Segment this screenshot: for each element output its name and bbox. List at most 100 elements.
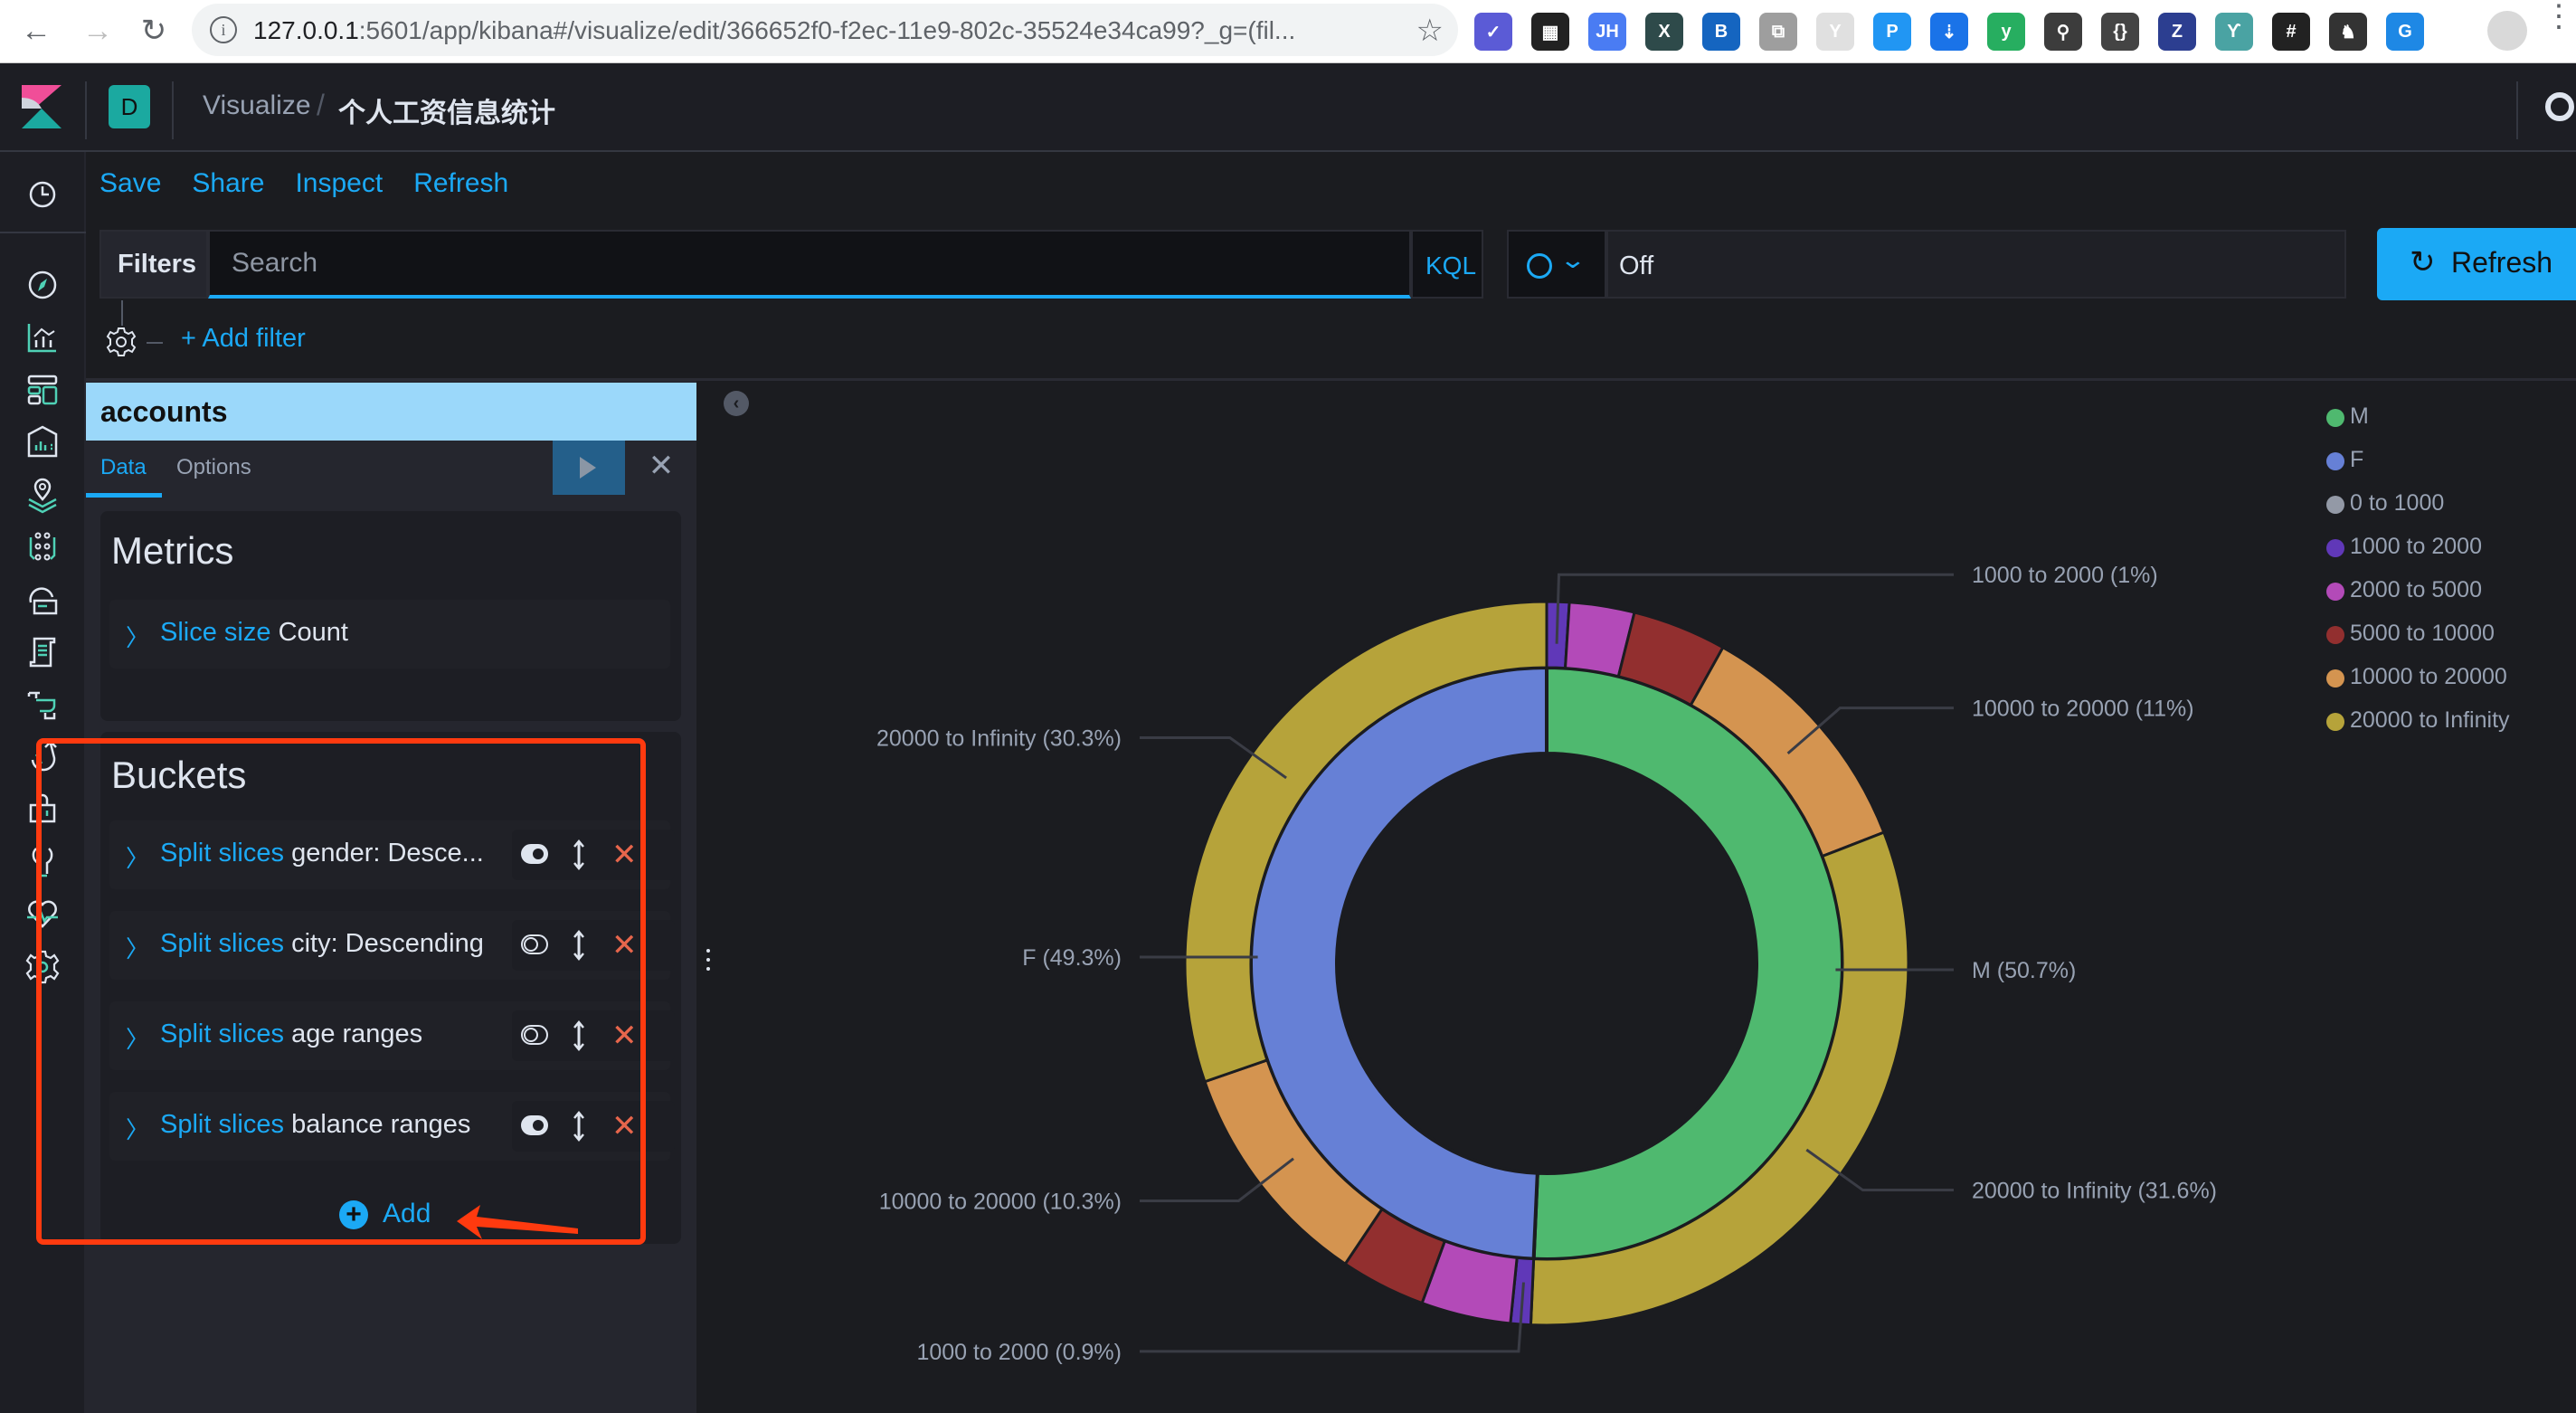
breadcrumb-separator: / <box>317 89 325 121</box>
chevron-down-icon: ⌄ <box>1558 246 1587 273</box>
nav-divider <box>0 232 86 233</box>
filter-connector <box>121 300 123 326</box>
legend-label: 2000 to 5000 <box>2350 577 2482 602</box>
search-input[interactable] <box>208 230 1411 299</box>
qr-extension-icon[interactable]: ▦ <box>1531 13 1569 51</box>
tab-data[interactable]: Data <box>100 455 147 491</box>
query-language-switcher[interactable]: KQL <box>1411 230 1483 299</box>
maps-icon[interactable] <box>24 476 62 514</box>
arrow-left-icon: ← <box>21 14 52 48</box>
g-extension-icon[interactable]: G <box>2386 13 2424 51</box>
annotation-highlight-box <box>36 738 646 1245</box>
header-divider <box>2516 81 2518 139</box>
data-label: F (49.3%) <box>1022 945 1122 971</box>
download-extension-icon[interactable]: ⇣ <box>1930 13 1968 51</box>
logs-icon[interactable] <box>24 633 62 671</box>
space-avatar[interactable]: D <box>109 85 150 128</box>
p-extension-icon[interactable]: P <box>1873 13 1911 51</box>
pie-chart: 1000 to 2000 (1%) 10000 to 20000 (11%) M (… <box>876 563 2217 1365</box>
legend-color-dot <box>2326 496 2344 514</box>
extensions-bar: ✓ ▦ JH X B ⧉ Y P ⇣ y ⚲ {} Z ϒ # ♞ G <box>1474 11 2424 52</box>
search-extension-icon[interactable]: ⚲ <box>2044 13 2082 51</box>
refresh-icon: ↻ <box>2410 245 2436 280</box>
forward-button[interactable]: → <box>78 11 118 51</box>
agg-label[interactable]: Slice size Count <box>160 618 348 648</box>
index-pattern-header: accounts <box>86 383 696 441</box>
annotation-arrow-icon <box>457 1205 578 1239</box>
legend-color-dot <box>2326 626 2344 644</box>
legend-label: 5000 to 10000 <box>2350 621 2495 646</box>
v-extension-icon[interactable]: y <box>1987 13 2025 51</box>
feather-extension-icon[interactable]: ϒ <box>2215 13 2253 51</box>
apply-changes-button[interactable] <box>553 441 625 495</box>
share-link[interactable]: Share <box>192 168 264 199</box>
kibana-header: D Visualize / 个人工资信息统计 <box>0 63 2576 152</box>
refresh-interval-display[interactable]: Off <box>1606 230 2346 299</box>
back-button[interactable]: ← <box>16 11 56 51</box>
data-label: 1000 to 2000 (0.9%) <box>916 1340 1122 1365</box>
filter-options-gear-icon[interactable] <box>105 326 137 358</box>
y-extension-icon[interactable]: Y <box>1816 13 1854 51</box>
canvas-icon[interactable] <box>24 423 62 461</box>
legend-label: 0 to 1000 <box>2350 490 2445 516</box>
x-extension-icon[interactable]: X <box>1645 13 1683 51</box>
agg-type: Slice size <box>160 618 271 647</box>
legend-color-dot <box>2326 409 2344 427</box>
legend-label: M <box>2350 403 2369 429</box>
kql-label: KQL <box>1425 251 1477 280</box>
machine-learning-icon[interactable] <box>24 528 62 566</box>
discard-changes-button[interactable]: ✕ <box>643 448 679 484</box>
legend-label: 20000 to Infinity <box>2350 707 2510 733</box>
tab-options[interactable]: Options <box>176 455 251 491</box>
refresh-link[interactable]: Refresh <box>413 168 508 199</box>
browser-menu-icon[interactable]: ⋮ <box>2543 1 2574 32</box>
breadcrumb-visualize[interactable]: Visualize <box>203 90 311 121</box>
infrastructure-icon[interactable] <box>24 581 62 619</box>
refresh-button-label: Refresh <box>2451 246 2553 279</box>
hash-extension-icon[interactable]: # <box>2272 13 2310 51</box>
data-label: 10000 to 20000 (10.3%) <box>879 1189 1122 1214</box>
play-icon <box>580 457 596 479</box>
url-host: 127.0.0.1 <box>253 16 359 44</box>
legend-color-dot <box>2326 539 2344 557</box>
legend-label: 1000 to 2000 <box>2350 534 2482 559</box>
help-icon[interactable] <box>2545 92 2574 121</box>
active-tab-indicator <box>86 493 162 498</box>
save-link[interactable]: Save <box>99 168 161 199</box>
refresh-interval-value: Off <box>1619 251 1654 280</box>
bookmark-star-icon[interactable]: ☆ <box>1416 13 1444 49</box>
legend-label: 10000 to 20000 <box>2350 664 2507 689</box>
data-label: 10000 to 20000 (11%) <box>1972 697 2194 722</box>
jh-extension-icon[interactable]: JH <box>1588 13 1626 51</box>
filters-label: Filters <box>118 250 197 279</box>
quick-menu-button[interactable]: ⌄ <box>1507 230 1606 299</box>
spy-extension-icon[interactable]: ♞ <box>2329 13 2367 51</box>
metric-agg-row[interactable]: 〉 Slice size Count <box>109 600 670 669</box>
refresh-button[interactable]: ↻ Refresh <box>2377 228 2576 300</box>
recently-viewed-icon[interactable] <box>24 175 62 213</box>
header-divider <box>172 81 174 139</box>
profile-avatar[interactable] <box>2487 11 2527 51</box>
info-icon[interactable]: i <box>210 16 237 43</box>
reload-button[interactable]: ↻ <box>134 11 174 51</box>
json-extension-icon[interactable]: {} <box>2101 13 2139 51</box>
inspect-link[interactable]: Inspect <box>295 168 383 199</box>
kibana-logo-icon[interactable] <box>22 85 62 128</box>
check-extension-icon[interactable]: ✓ <box>1474 13 1512 51</box>
discover-icon[interactable] <box>24 266 62 304</box>
filter-connector <box>147 342 163 344</box>
data-label: M (50.7%) <box>1972 958 2076 983</box>
chevron-right-icon[interactable]: 〉 <box>126 620 149 653</box>
z-extension-icon[interactable]: Z <box>2158 13 2196 51</box>
dashboard-icon[interactable] <box>24 371 62 409</box>
address-bar[interactable]: i 127.0.0.1:5601/app/kibana#/visualize/e… <box>192 4 1458 56</box>
b-extension-icon[interactable]: B <box>1702 13 1740 51</box>
translate-extension-icon[interactable]: ⧉ <box>1759 13 1797 51</box>
metrics-panel: Metrics 〉 Slice size Count <box>100 511 681 721</box>
apm-icon[interactable] <box>24 686 62 724</box>
top-nav-menu: Save Share Inspect Refresh <box>99 168 508 199</box>
visualize-icon[interactable] <box>24 318 62 356</box>
url-text[interactable]: 127.0.0.1:5601/app/kibana#/visualize/edi… <box>253 16 1295 45</box>
browser-toolbar: ← → ↻ i 127.0.0.1:5601/app/kibana#/visua… <box>0 0 2576 63</box>
add-filter-button[interactable]: + Add filter <box>181 324 306 354</box>
